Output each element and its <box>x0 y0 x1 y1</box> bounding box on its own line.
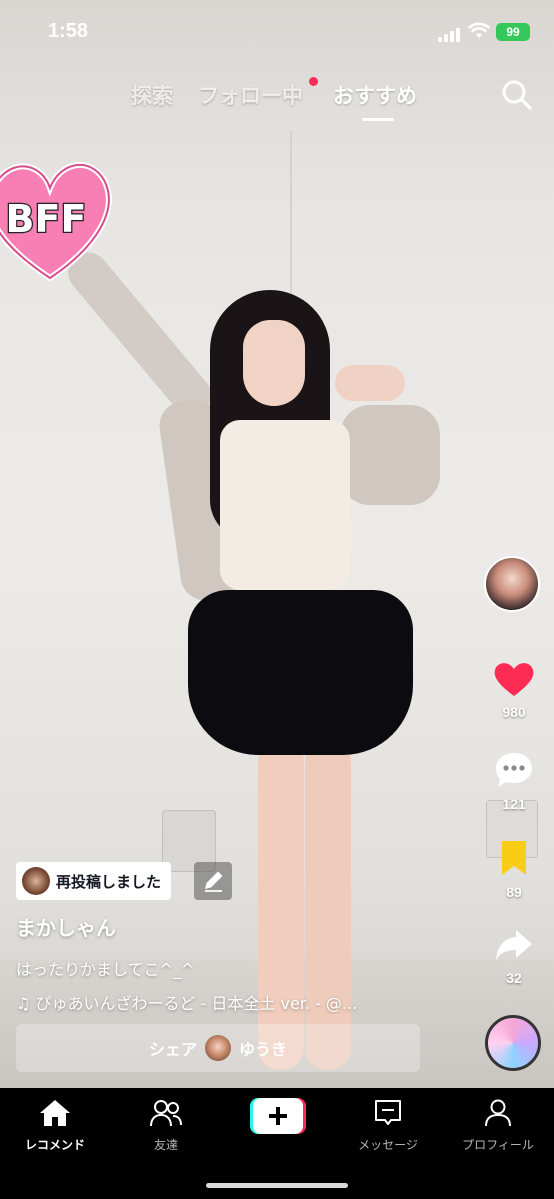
friend-avatar <box>205 1035 231 1061</box>
nav-label-recommend: レコメンド <box>24 1138 85 1152</box>
nav-label-friends: 友達 <box>153 1138 178 1152</box>
tiktok-feed-screen: 1:58 99 探索 フォロー中 おすすめ BFF 980 121 89 32 … <box>0 0 554 1199</box>
battery-indicator: 99 <box>496 23 530 41</box>
edit-repost-button[interactable] <box>194 862 232 900</box>
dancer-skirt <box>188 590 413 755</box>
comment-count: 121 <box>502 796 526 812</box>
music-note-icon: ♫ <box>16 994 36 1013</box>
dancer-face <box>243 320 305 406</box>
music-title: ぴゅあいんざわーるど - 日本全土 ver. - @... <box>35 994 358 1013</box>
dancer-jacket-right <box>340 405 440 505</box>
sticker-text: BFF <box>6 197 87 241</box>
share-button[interactable]: 32 <box>486 924 542 986</box>
profile-icon <box>485 1099 511 1127</box>
tab-for-you[interactable]: おすすめ <box>333 80 417 110</box>
repost-user-avatar <box>22 867 50 895</box>
music-info[interactable]: ♫ ぴゅあいんざわーるど - 日本全土 ver. - @... <box>16 990 456 1014</box>
bookmark-button[interactable]: 89 <box>486 838 542 900</box>
search-icon[interactable] <box>500 78 534 112</box>
nav-label-inbox: メッセージ <box>358 1138 418 1152</box>
nav-label-profile: プロフィール <box>462 1138 534 1152</box>
nav-item-friends[interactable]: 友達 <box>116 1098 216 1153</box>
creator-avatar[interactable] <box>484 556 540 612</box>
comment-icon <box>496 753 532 787</box>
share-arrow-icon <box>496 930 532 960</box>
dancer-right-hand <box>335 365 405 401</box>
inbox-icon <box>375 1100 401 1125</box>
repost-label: 再投稿しました <box>56 872 162 891</box>
dancer-left-leg <box>258 740 304 1070</box>
status-bar: 1:58 99 <box>0 0 554 62</box>
tab-following[interactable]: フォロー中 <box>198 80 303 110</box>
friend-name: ゆうき <box>239 1040 288 1059</box>
friends-icon <box>150 1100 182 1127</box>
like-button[interactable]: 980 <box>486 660 542 720</box>
like-count: 980 <box>502 704 526 720</box>
home-icon <box>40 1100 70 1126</box>
dancer-top <box>220 420 350 590</box>
tab-following-label: フォロー中 <box>198 84 303 108</box>
pencil-icon <box>205 871 223 892</box>
bookmark-icon <box>502 841 526 875</box>
top-feed-tabs: 探索 フォロー中 おすすめ <box>0 72 554 122</box>
music-disc-icon[interactable] <box>485 1015 541 1071</box>
creator-username[interactable]: まかしゃん <box>16 912 116 941</box>
video-caption: はったりかましてこ^_^ <box>16 960 195 979</box>
bookmark-count: 89 <box>506 884 522 900</box>
repost-badge[interactable]: 再投稿しました <box>16 862 172 900</box>
nav-item-inbox[interactable]: メッセージ <box>338 1098 438 1153</box>
active-tab-underline <box>362 118 394 121</box>
share-label: シェア <box>148 1040 197 1059</box>
nav-item-recommend[interactable]: レコメンド <box>5 1098 105 1153</box>
dancer-right-leg <box>305 740 351 1070</box>
following-notification-dot <box>309 77 318 86</box>
tab-explore[interactable]: 探索 <box>131 80 173 110</box>
heart-icon <box>494 663 534 696</box>
share-count: 32 <box>506 970 522 986</box>
comment-button[interactable]: 121 <box>486 750 542 812</box>
status-time: 1:58 <box>48 20 89 42</box>
wifi-icon <box>468 22 490 38</box>
cellular-signal-icon <box>438 26 462 42</box>
bff-heart-sticker: BFF <box>0 161 112 282</box>
nav-item-profile[interactable]: プロフィール <box>448 1098 548 1153</box>
share-to-friend-bar[interactable]: シェア ゆうき <box>16 1024 420 1072</box>
home-indicator[interactable] <box>206 1183 348 1188</box>
create-plus-icon[interactable] <box>250 1098 306 1134</box>
